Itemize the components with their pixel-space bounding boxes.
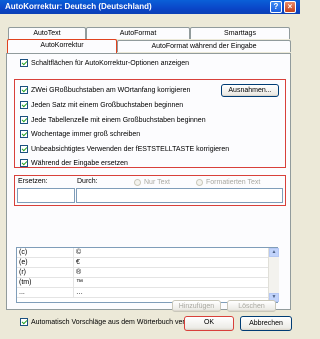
help-button[interactable]: ? — [270, 1, 282, 13]
replace-input[interactable] — [17, 188, 75, 203]
list-scrollbar[interactable]: ▲ ▼ — [268, 248, 279, 302]
table-row[interactable]: (c) © — [17, 248, 268, 258]
sentence-option[interactable]: Jeden Satz mit einem Großbuchstaben begi… — [20, 101, 183, 109]
add-button[interactable]: Hinzufügen — [172, 300, 221, 312]
formatted-text-label: Formatierten Text — [206, 179, 261, 186]
column-separator — [73, 268, 74, 278]
entry-to: © — [76, 249, 82, 256]
two-caps-label: ZWei GRoßbuchstaben am WOrtanfang korrig… — [31, 86, 191, 94]
table-cell-option[interactable]: Jede Tabellenzelle mit einem Großbuchsta… — [20, 116, 206, 124]
weekdays-checkbox[interactable] — [20, 130, 28, 138]
column-separator — [73, 288, 74, 298]
formatted-text-option[interactable]: Formatierten Text — [196, 179, 260, 186]
with-input[interactable] — [76, 188, 283, 203]
entry-to: ™ — [76, 279, 83, 286]
while-typing-option[interactable]: Während der Eingabe ersetzen — [20, 159, 128, 167]
tab-autokorrektur[interactable]: AutoKorrektur — [7, 39, 117, 53]
with-label: Durch: — [77, 178, 98, 185]
table-cell-label: Jede Tabellenzelle mit einem Großbuchsta… — [31, 116, 206, 124]
formatted-text-radio[interactable] — [196, 179, 203, 186]
table-row[interactable]: ... … — [17, 288, 268, 298]
entry-from: (tm) — [19, 279, 32, 286]
entry-to: … — [76, 289, 83, 296]
weekdays-option[interactable]: Wochentage immer groß schreiben — [20, 130, 140, 138]
while-typing-label: Während der Eingabe ersetzen — [31, 159, 128, 167]
plain-text-option[interactable]: Nur Text — [134, 179, 170, 186]
entry-from: (e) — [19, 259, 28, 266]
entry-to: € — [76, 259, 80, 266]
delete-button[interactable]: Löschen — [227, 300, 276, 312]
close-button[interactable]: × — [284, 1, 296, 13]
table-row[interactable]: (e) € — [17, 258, 268, 268]
show-buttons-checkbox[interactable] — [20, 59, 28, 67]
column-separator — [73, 248, 74, 258]
ok-button[interactable]: OK — [184, 316, 234, 331]
sentence-label: Jeden Satz mit einem Großbuchstaben begi… — [31, 101, 184, 109]
replacement-list[interactable]: (c) © (e) € (r) ® (tm) ™ ... … ▲ ▼ — [16, 247, 279, 303]
two-caps-checkbox[interactable] — [20, 86, 28, 94]
entry-from: (r) — [19, 269, 26, 276]
window-title: AutoKorrektur: Deutsch (Deutschland) — [5, 2, 152, 11]
cancel-button[interactable]: Abbrechen — [240, 316, 292, 331]
capslock-option[interactable]: Unbeabsichtigtes Verwenden der fESTSTELL… — [20, 145, 229, 153]
title-bar: AutoKorrektur: Deutsch (Deutschland) — [0, 0, 300, 14]
tab-autoformat[interactable]: AutoFormat — [86, 27, 190, 39]
dictionary-option[interactable]: Automatisch Vorschläge aus dem Wörterbuc… — [20, 318, 209, 326]
scroll-up-icon[interactable]: ▲ — [269, 248, 279, 257]
column-separator — [73, 278, 74, 288]
table-row[interactable]: (r) ® — [17, 268, 268, 278]
table-row[interactable]: (tm) ™ — [17, 278, 268, 288]
column-separator — [73, 258, 74, 268]
table-cell-checkbox[interactable] — [20, 116, 28, 124]
tab-autoformat-during-input[interactable]: AutoFormat während der Eingabe — [117, 40, 291, 52]
two-caps-option[interactable]: ZWei GRoßbuchstaben am WOrtanfang korrig… — [20, 86, 190, 94]
while-typing-checkbox[interactable] — [20, 159, 28, 167]
entry-from: (c) — [19, 249, 28, 256]
tab-smarttags[interactable]: Smarttags — [190, 27, 290, 39]
show-buttons-label: Schaltflächen für AutoKorrektur-Optionen… — [31, 59, 189, 67]
weekdays-label: Wochentage immer groß schreiben — [31, 130, 141, 138]
capslock-label: Unbeabsichtigtes Verwenden der fESTSTELL… — [31, 145, 230, 153]
show-buttons-option[interactable]: Schaltflächen für AutoKorrektur-Optionen… — [20, 59, 189, 67]
entry-from: ... — [19, 289, 25, 296]
dictionary-checkbox[interactable] — [20, 318, 28, 326]
replace-label: Ersetzen: — [18, 178, 48, 185]
sentence-checkbox[interactable] — [20, 101, 28, 109]
dictionary-label: Automatisch Vorschläge aus dem Wörterbuc… — [31, 318, 210, 326]
capslock-checkbox[interactable] — [20, 145, 28, 153]
exceptions-button[interactable]: Ausnahmen... — [221, 84, 279, 97]
tab-autotext[interactable]: AutoText — [8, 27, 86, 39]
plain-text-radio[interactable] — [134, 179, 141, 186]
entry-to: ® — [76, 269, 82, 276]
plain-text-label: Nur Text — [144, 179, 170, 186]
